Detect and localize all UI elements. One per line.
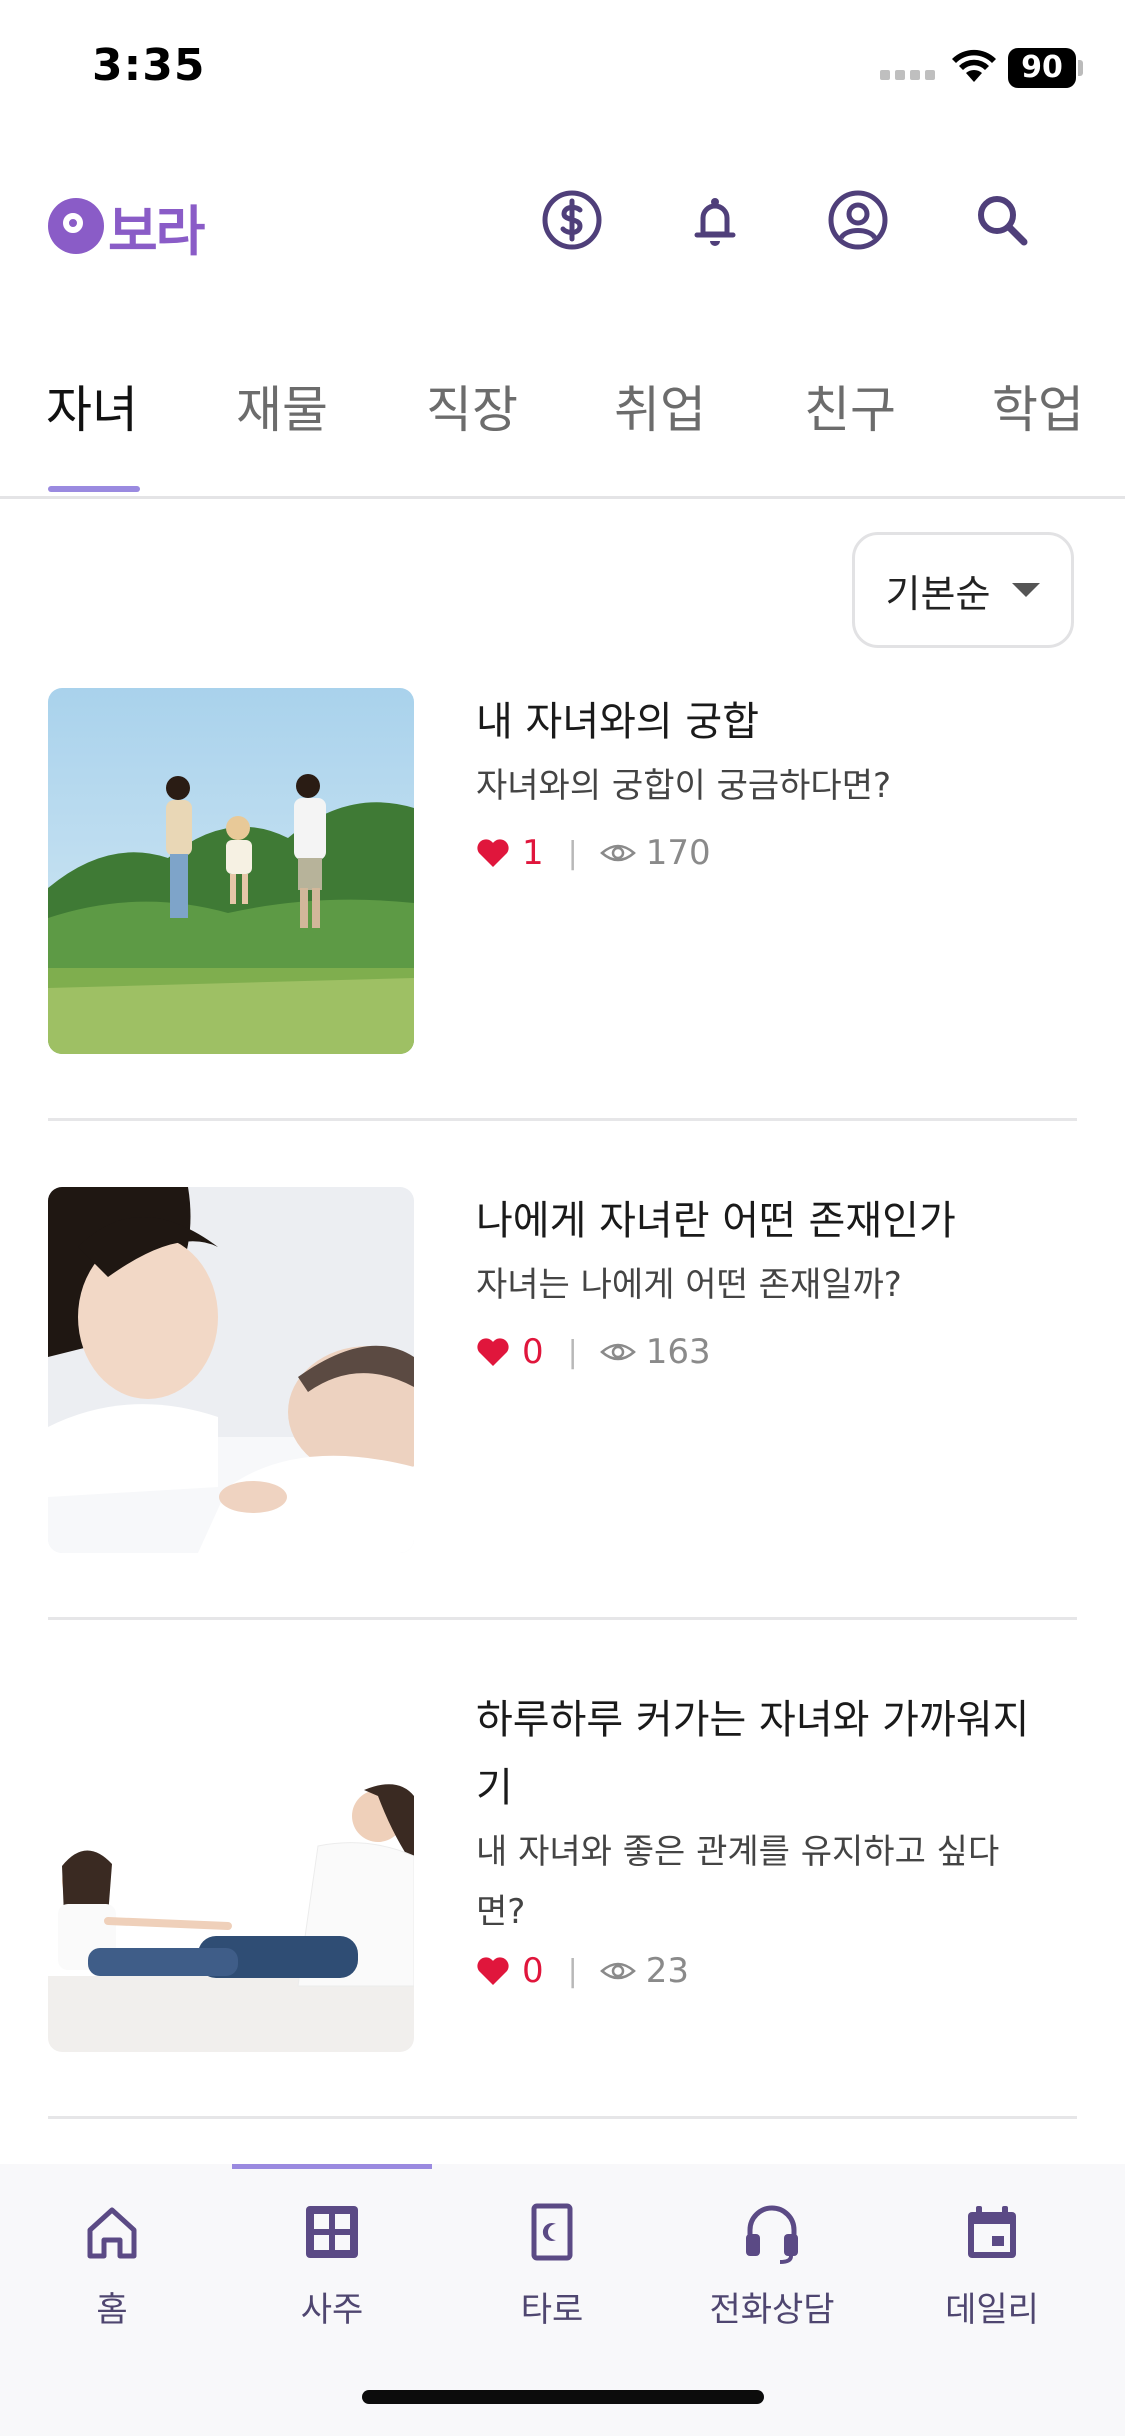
stat-separator: | [567, 1953, 578, 1989]
item-description: 자녀는 나에게 어떤 존재일까? [476, 1265, 902, 1305]
eye-icon [599, 1962, 636, 1980]
item-info: 내 자녀와의 궁합 자녀와의 궁합이 궁금하다면? 1 | 170 [476, 688, 1076, 876]
item-stats: 0 | 23 [476, 1948, 1076, 1994]
tab-friends[interactable]: 친구 [804, 370, 896, 442]
home-icon [87, 2207, 137, 2259]
item-info: 하루하루 커가는 자녀와 가까워지 기 내 자녀와 좋은 관계를 유지하고 싶다… [476, 1686, 1076, 1994]
item-stats: 0 | 163 [476, 1329, 1076, 1375]
view-count: 23 [645, 1951, 690, 1991]
item-description-wrap: 면? [476, 1892, 526, 1932]
logo-text: 보라 [108, 199, 205, 263]
nav-saju[interactable]: 사주 [232, 2194, 432, 2331]
item-description: 내 자녀와 좋은 관계를 유지하고 싶다 [476, 1832, 1000, 1872]
nav-phone-consult[interactable]: 전화상담 [672, 2194, 872, 2331]
view-count: 163 [645, 1332, 711, 1372]
active-nav-indicator [232, 2164, 432, 2169]
coin-button[interactable] [532, 180, 612, 260]
thumbnail-mother-baby [48, 1187, 414, 1553]
profile-icon [828, 190, 888, 250]
list-divider [48, 1118, 1077, 1121]
app-logo[interactable]: 보라 [48, 186, 205, 266]
nav-saju-label: 사주 [300, 2290, 364, 2330]
app-header: 보라 [0, 170, 1125, 290]
caret-down-icon [1012, 583, 1041, 597]
thumbnail-family-walk [48, 688, 414, 1054]
eye-icon [599, 1343, 636, 1361]
nav-home[interactable]: 홈 [12, 2194, 212, 2331]
cellular-signal-icon [880, 64, 936, 80]
stat-separator: | [567, 1334, 578, 1370]
sort-label: 기본순 [885, 571, 991, 616]
list-item[interactable]: 하루하루 커가는 자녀와 가까워지 기 내 자녀와 좋은 관계를 유지하고 싶다… [48, 1686, 1077, 2052]
headset-icon [746, 2205, 798, 2264]
sort-dropdown[interactable]: 기본순 [852, 532, 1074, 648]
thumbnail-mother-daughter [48, 1686, 414, 2052]
nav-daily-label: 데일리 [945, 2290, 1039, 2330]
grid-icon [306, 2206, 358, 2258]
item-title: 나에게 자녀란 어떤 존재인가 [476, 1198, 956, 1244]
active-tab-indicator [48, 486, 140, 492]
tab-job[interactable]: 직장 [426, 370, 518, 442]
tab-study[interactable]: 학업 [992, 370, 1084, 442]
list-divider [48, 1617, 1077, 1620]
item-info: 나에게 자녀란 어떤 존재인가 자녀는 나에게 어떤 존재일까? 0 | 163 [476, 1187, 1076, 1375]
tab-children[interactable]: 자녀 [46, 370, 138, 442]
category-tabs: 자녀 재물 직장 취업 친구 학업 [0, 360, 1125, 499]
tab-employment[interactable]: 취업 [614, 370, 706, 442]
eye-icon [599, 844, 636, 862]
like-count: 0 [522, 1332, 544, 1372]
nav-home-label: 홈 [96, 2290, 128, 2330]
bell-icon [694, 198, 736, 246]
heart-icon [477, 839, 509, 867]
like-count: 0 [522, 1951, 544, 1991]
coin-icon [542, 190, 602, 250]
stat-separator: | [567, 835, 578, 871]
wifi-icon [952, 49, 996, 82]
item-title-wrap: 기 [476, 1765, 513, 1811]
nav-tarot[interactable]: 타로 [452, 2194, 652, 2331]
status-bar: 3:35 90 [0, 0, 1125, 140]
item-title: 내 자녀와의 궁합 [476, 699, 760, 745]
item-stats: 1 | 170 [476, 830, 1076, 876]
view-count: 170 [645, 833, 711, 873]
home-indicator [362, 2390, 764, 2404]
like-count: 1 [522, 833, 544, 873]
nav-phone-consult-label: 전화상담 [709, 2290, 835, 2330]
notification-button[interactable] [675, 180, 755, 260]
calendar-icon [968, 2206, 1016, 2258]
status-time: 3:35 [92, 40, 206, 91]
tarot-card-icon [531, 2203, 573, 2261]
list-item[interactable]: 내 자녀와의 궁합 자녀와의 궁합이 궁금하다면? 1 | 170 [48, 688, 1077, 1054]
item-title: 하루하루 커가는 자녀와 가까워지 [476, 1697, 1030, 1743]
item-description: 자녀와의 궁합이 궁금하다면? [476, 766, 892, 806]
logo-mark-icon [48, 198, 104, 254]
search-icon [978, 196, 1028, 246]
nav-tarot-label: 타로 [520, 2290, 584, 2330]
tab-wealth[interactable]: 재물 [236, 370, 328, 442]
search-button[interactable] [962, 180, 1042, 260]
battery-cap [1078, 60, 1083, 76]
heart-icon [477, 1338, 509, 1366]
profile-button[interactable] [818, 180, 898, 260]
battery-indicator: 90 [1008, 48, 1076, 88]
list-divider [48, 2116, 1077, 2119]
heart-icon [477, 1957, 509, 1985]
nav-daily[interactable]: 데일리 [892, 2194, 1092, 2331]
list-item[interactable]: 나에게 자녀란 어떤 존재인가 자녀는 나에게 어떤 존재일까? 0 | 163 [48, 1187, 1077, 1553]
